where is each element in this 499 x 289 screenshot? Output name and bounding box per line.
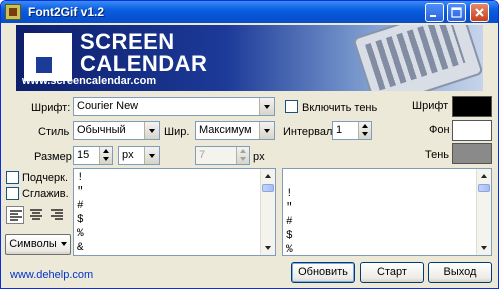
- text-line: $: [77, 214, 84, 226]
- align-right-icon: [51, 209, 63, 220]
- close-icon: [475, 8, 484, 17]
- underline-label: Подчерк.: [22, 172, 69, 184]
- scroll-up-icon[interactable]: [477, 169, 491, 183]
- shadow-color-label: Тень: [425, 149, 450, 161]
- website-link[interactable]: www.dehelp.com: [10, 269, 93, 281]
- font-dropdown-icon[interactable]: [259, 98, 274, 115]
- width-select[interactable]: Максимум: [195, 121, 275, 140]
- banner-line-2: CALENDAR: [80, 51, 208, 76]
- size2-updown-icon[interactable]: [236, 147, 249, 164]
- text-line: ": [286, 202, 293, 214]
- size-spinner[interactable]: 15: [73, 146, 113, 165]
- text-line: !: [286, 188, 293, 200]
- text-line: %: [286, 244, 293, 256]
- input-text-area[interactable]: ! " # $ % &: [73, 168, 276, 256]
- text-line: $: [286, 230, 293, 242]
- preview-text-lines: ! " # $ %: [286, 187, 293, 256]
- size-unit-value: px: [122, 149, 134, 161]
- align-center-button[interactable]: [27, 206, 45, 224]
- size2-value: 7: [199, 149, 206, 161]
- width-dropdown-icon[interactable]: [259, 122, 274, 139]
- text-line: ": [77, 186, 84, 198]
- text-line: #: [286, 216, 293, 228]
- size-value: 15: [77, 149, 90, 161]
- style-select[interactable]: Обычный: [73, 121, 160, 140]
- scroll-thumb[interactable]: [478, 184, 490, 192]
- title-bar[interactable]: Font2Gif v1.2: [1, 1, 498, 23]
- text-line: &: [77, 242, 84, 254]
- symbols-button-label: Символы: [9, 238, 57, 250]
- shadow-label: Включить тень: [302, 102, 378, 114]
- align-left-icon: [10, 210, 22, 221]
- input-scrollbar[interactable]: [260, 169, 275, 255]
- size-unit-select[interactable]: px: [118, 146, 160, 165]
- alignment-toolbar: [6, 206, 68, 226]
- start-button[interactable]: Старт: [360, 262, 424, 283]
- font-color-label: Шрифт: [412, 100, 449, 112]
- size-unit-dropdown-icon[interactable]: [144, 147, 159, 164]
- exit-button[interactable]: Выход: [428, 262, 492, 283]
- calculator-image: [352, 25, 483, 91]
- banner-url: www.screencalendar.com: [22, 75, 157, 87]
- symbols-button[interactable]: Символы: [5, 234, 71, 255]
- font-select[interactable]: Courier New: [73, 97, 275, 116]
- align-center-icon: [30, 209, 42, 220]
- interval-value: 1: [336, 124, 343, 136]
- align-right-button[interactable]: [48, 206, 66, 224]
- close-button[interactable]: [470, 3, 489, 22]
- minimize-icon: [430, 15, 436, 17]
- banner-line-1: SCREEN: [80, 29, 175, 54]
- bg-color-label: Фон: [429, 124, 450, 136]
- font-label: Шрифт:: [31, 102, 71, 114]
- style-dropdown-icon[interactable]: [144, 122, 159, 139]
- size-updown-icon[interactable]: [99, 147, 112, 164]
- banner-title: SCREEN CALENDAR: [80, 31, 207, 75]
- window-title: Font2Gif v1.2: [28, 5, 105, 19]
- underline-checkbox[interactable]: [6, 171, 19, 184]
- width-select-value: Максимум: [199, 124, 252, 136]
- font-select-value: Courier New: [77, 100, 139, 112]
- calendar-logo-icon: [24, 33, 72, 81]
- interval-spinner[interactable]: 1: [332, 121, 372, 140]
- text-line: #: [77, 200, 84, 212]
- scroll-down-icon[interactable]: [261, 241, 275, 255]
- interval-label: Интервал: [283, 126, 333, 138]
- size2-unit-label: px: [253, 151, 265, 163]
- font-color-swatch[interactable]: [452, 96, 492, 117]
- align-left-button[interactable]: [6, 206, 24, 224]
- text-line: !: [77, 172, 84, 184]
- smooth-label: Сглажив.: [22, 188, 69, 200]
- text-line: %: [77, 228, 84, 240]
- app-window: Font2Gif v1.2 SCREEN CALENDAR www.screen…: [0, 0, 499, 289]
- smooth-checkbox[interactable]: [6, 187, 19, 200]
- scroll-thumb[interactable]: [262, 184, 274, 192]
- refresh-button[interactable]: Обновить: [291, 262, 355, 283]
- size2-spinner[interactable]: 7: [195, 146, 250, 165]
- style-label: Стиль: [38, 126, 70, 138]
- app-icon[interactable]: [5, 4, 21, 20]
- width-label: Шир.: [164, 126, 190, 138]
- style-select-value: Обычный: [77, 124, 126, 136]
- shadow-color-swatch[interactable]: [452, 143, 492, 164]
- minimize-button[interactable]: [425, 3, 444, 22]
- preview-scrollbar[interactable]: [476, 169, 491, 255]
- maximize-icon: [451, 7, 462, 18]
- scroll-down-icon[interactable]: [477, 241, 491, 255]
- shadow-checkbox[interactable]: [285, 100, 298, 113]
- interval-updown-icon[interactable]: [358, 122, 371, 139]
- chevron-down-icon: [60, 242, 67, 247]
- scroll-up-icon[interactable]: [261, 169, 275, 183]
- bg-color-swatch[interactable]: [452, 120, 492, 141]
- size-label: Размер: [34, 151, 72, 163]
- preview-text-area[interactable]: ! " # $ %: [282, 168, 492, 256]
- banner-image: SCREEN CALENDAR www.screencalendar.com: [16, 25, 483, 91]
- input-text-lines: ! " # $ % &: [77, 171, 84, 255]
- maximize-button[interactable]: [447, 3, 466, 22]
